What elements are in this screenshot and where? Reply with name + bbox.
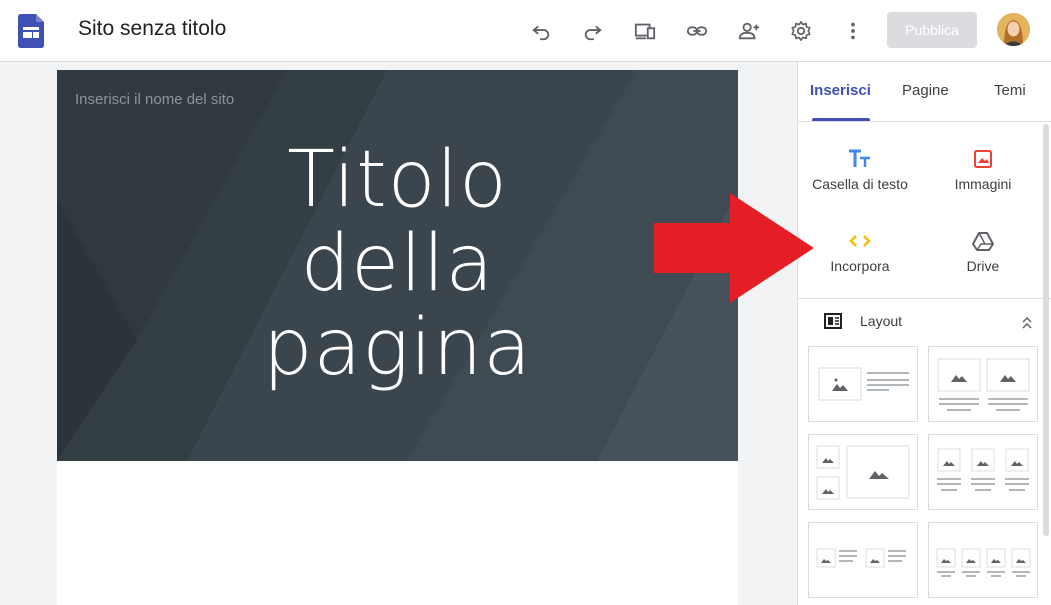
tab-insert[interactable]: Inserisci <box>810 82 871 99</box>
settings-icon[interactable] <box>789 19 813 43</box>
insert-item-label: Casella di testo <box>812 176 908 192</box>
tab-themes[interactable]: Temi <box>994 82 1026 99</box>
sites-logo-icon[interactable] <box>18 14 44 48</box>
page-title[interactable]: Titolo della pagina <box>57 138 738 390</box>
layout-option-three-images[interactable] <box>928 434 1038 510</box>
collapse-icon[interactable] <box>1020 316 1034 330</box>
layout-preview <box>816 548 906 568</box>
page-canvas[interactable]: Inserisci il nome del sito Titolo della … <box>57 70 738 605</box>
insert-item-label: Immagini <box>954 176 1012 192</box>
share-icon[interactable] <box>737 19 761 43</box>
tab-pages[interactable]: Pagine <box>902 82 949 99</box>
layout-preview <box>937 448 1029 491</box>
more-icon[interactable] <box>841 19 865 43</box>
active-tab-indicator <box>812 118 870 121</box>
undo-icon[interactable] <box>529 19 553 43</box>
page-title-line: Titolo <box>287 135 508 225</box>
panel-scrollbar[interactable] <box>1043 124 1049 536</box>
layout-option-two-images[interactable] <box>928 346 1038 422</box>
drive-icon <box>923 228 1043 254</box>
redo-icon[interactable] <box>581 19 605 43</box>
header-section[interactable]: Inserisci il nome del sito Titolo della … <box>57 70 738 461</box>
insert-text-box-button[interactable]: Casella di testo <box>800 146 920 192</box>
preview-icon[interactable] <box>633 19 657 43</box>
divider <box>798 298 1051 299</box>
image-icon <box>923 146 1043 172</box>
layout-preview <box>816 445 910 500</box>
layout-preview <box>818 367 909 401</box>
layout-preview <box>937 358 1030 411</box>
text-box-icon <box>800 146 920 172</box>
page-title-line: pagina <box>262 303 533 393</box>
insert-drive-button[interactable]: Drive <box>923 228 1043 274</box>
layout-preview <box>936 548 1031 577</box>
red-arrow-annotation <box>654 193 814 303</box>
top-bar: Sito senza titolo Pubblica <box>0 0 1051 62</box>
insert-panel: Inserisci Pagine Temi Casella di testo I… <box>797 62 1051 605</box>
layout-option-gallery-small[interactable] <box>808 434 918 510</box>
link-icon[interactable] <box>685 19 709 43</box>
site-title-field[interactable]: Sito senza titolo <box>78 17 226 41</box>
insert-images-button[interactable]: Immagini <box>923 146 1043 192</box>
panel-tabs: Inserisci Pagine Temi <box>798 62 1051 122</box>
layout-section-header[interactable]: Layout <box>822 312 1042 332</box>
layout-icon <box>824 313 842 329</box>
layout-option-image-text-pairs[interactable] <box>808 522 918 598</box>
page-title-line: della <box>300 219 495 309</box>
insert-item-label: Drive <box>966 258 1000 274</box>
avatar[interactable] <box>997 13 1030 46</box>
layout-section-label: Layout <box>860 313 903 329</box>
site-name-input[interactable]: Inserisci il nome del sito <box>75 91 234 108</box>
layout-option-four-images[interactable] <box>928 522 1038 598</box>
layout-option-image-text[interactable] <box>808 346 918 422</box>
publish-button[interactable]: Pubblica <box>887 12 977 48</box>
